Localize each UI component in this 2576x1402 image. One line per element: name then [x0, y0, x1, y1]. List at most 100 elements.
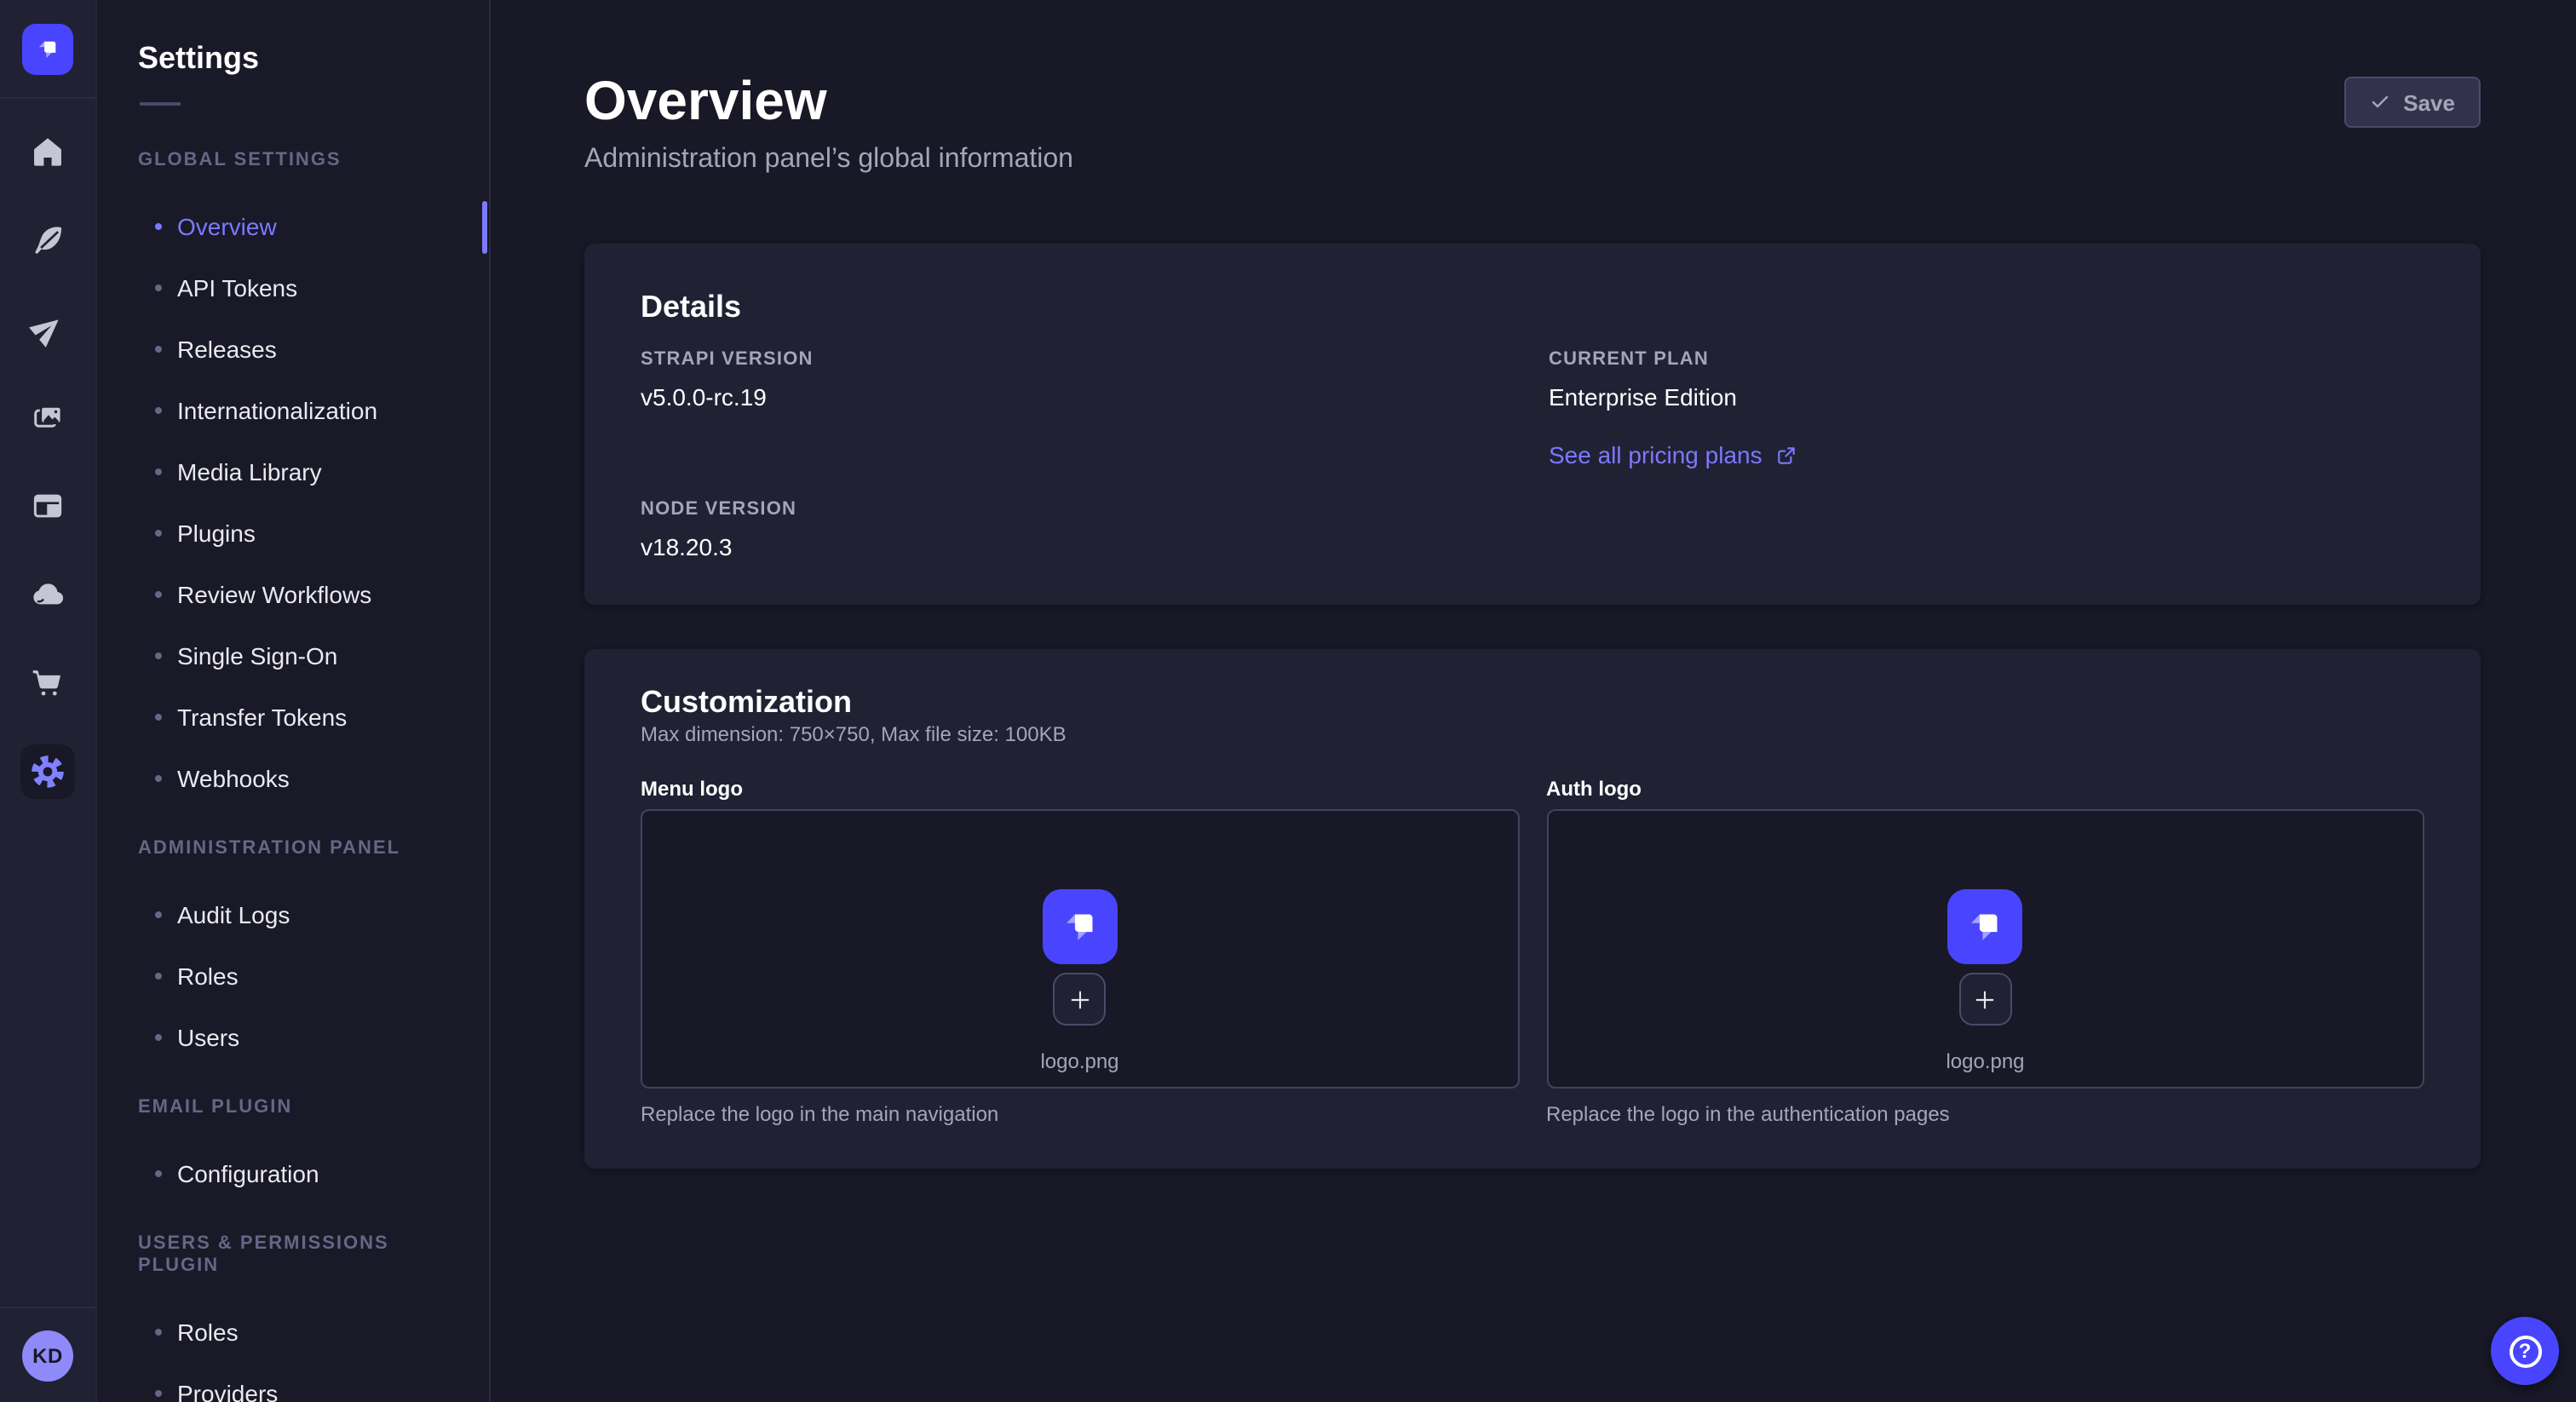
pricing-plans-link-label: See all pricing plans: [1549, 438, 1762, 472]
section-label: EMAIL PLUGIN: [138, 1097, 448, 1119]
node-version-value: v18.20.3: [641, 530, 1549, 564]
current-plan-field: CURRENT PLAN Enterprise Edition See all …: [1549, 349, 2424, 472]
bullet-icon: [155, 775, 162, 782]
bullet-icon: [155, 468, 162, 475]
current-plan-label: CURRENT PLAN: [1549, 349, 2424, 371]
subnav-scrollbar-thumb[interactable]: [482, 201, 487, 254]
subnav-item-releases[interactable]: Releases: [97, 319, 489, 380]
menu-logo-label: Menu logo: [641, 777, 1519, 802]
section-label: ADMINISTRATION PANEL: [138, 838, 448, 860]
menu-logo-add-button[interactable]: [1054, 973, 1107, 1026]
subnav-item-up-roles[interactable]: Roles: [97, 1301, 489, 1363]
logo-grid: Menu logo: [641, 777, 2424, 1128]
question-mark-icon: ?: [2509, 1335, 2541, 1367]
sidebar-item-home[interactable]: [20, 124, 75, 179]
images-icon: [29, 399, 66, 436]
section-email-plugin: EMAIL PLUGIN Configuration: [97, 1097, 489, 1204]
menu-logo-field: Menu logo: [641, 777, 1519, 1128]
sidebar-item-cloud[interactable]: [20, 567, 75, 622]
subnav-title: Settings: [97, 0, 489, 75]
plus-icon: [1067, 985, 1094, 1013]
bullet-icon: [155, 652, 162, 659]
sidebar-item-content-type-builder[interactable]: [20, 213, 75, 267]
section-label: USERS & PERMISSIONS PLUGIN: [138, 1233, 448, 1278]
subnav-item-api-tokens[interactable]: API Tokens: [97, 257, 489, 319]
auth-logo-filename: logo.png: [1946, 1049, 2024, 1075]
bullet-icon: [155, 911, 162, 918]
menu-logo-preview: [1043, 889, 1118, 964]
bullet-icon: [155, 1390, 162, 1397]
customization-card-title: Customization: [641, 685, 2424, 719]
bullet-icon: [155, 407, 162, 414]
subnav-item-media-library[interactable]: Media Library: [97, 441, 489, 503]
subnav-item-internationalization[interactable]: Internationalization: [97, 380, 489, 441]
section-global-settings: GLOBAL SETTINGS Overview API Tokens Rele…: [97, 150, 489, 809]
main-content: Overview Administration panel’s global i…: [491, 0, 2576, 1402]
rail-footer: KD: [0, 1307, 96, 1402]
bullet-icon: [155, 223, 162, 230]
section-administration-panel: ADMINISTRATION PANEL Audit Logs Roles Us…: [97, 838, 489, 1068]
strapi-admin-app: KD Settings GLOBAL SETTINGS Overview API…: [0, 0, 2576, 1402]
bullet-icon: [155, 346, 162, 353]
bullet-icon: [155, 591, 162, 598]
subnav-item-admin-users[interactable]: Users: [97, 1007, 489, 1068]
screen: KD Settings GLOBAL SETTINGS Overview API…: [0, 0, 2576, 1402]
auth-logo-preview: [1948, 889, 2023, 964]
bullet-icon: [155, 1034, 162, 1041]
sidebar-item-content-manager[interactable]: [20, 479, 75, 533]
strapi-version-value: v5.0.0-rc.19: [641, 380, 1549, 414]
page-subtitle: Administration panel’s global informatio…: [584, 143, 2481, 177]
strapi-logo-icon: [32, 33, 63, 64]
external-link-icon: [1776, 444, 1798, 466]
auth-logo-caption: Replace the logo in the authentication p…: [1546, 1102, 2424, 1128]
node-version-field: NODE VERSION v18.20.3: [641, 499, 1549, 564]
bullet-icon: [155, 1329, 162, 1336]
subnav-item-review-workflows[interactable]: Review Workflows: [97, 564, 489, 625]
cloud-icon: [29, 576, 66, 613]
auth-logo-dropzone[interactable]: logo.png: [1546, 809, 2424, 1089]
strapi-logo-icon: [1962, 903, 2010, 951]
subnav-item-single-sign-on[interactable]: Single Sign-On: [97, 625, 489, 687]
subnav-item-audit-logs[interactable]: Audit Logs: [97, 884, 489, 945]
rail-nav-items: [20, 99, 75, 1307]
bullet-icon: [155, 1170, 162, 1177]
customization-card: Customization Max dimension: 750×750, Ma…: [584, 649, 2481, 1169]
check-icon: [2369, 92, 2389, 112]
current-plan-value: Enterprise Edition: [1549, 380, 2424, 414]
feather-icon: [29, 221, 66, 259]
subnav-item-overview[interactable]: Overview: [97, 196, 489, 257]
details-card: Details STRAPI VERSION v5.0.0-rc.19 CURR…: [584, 244, 2481, 605]
sidebar-item-media-library[interactable]: [20, 390, 75, 445]
subnav-item-plugins[interactable]: Plugins: [97, 503, 489, 564]
subnav-divider: [140, 102, 181, 106]
paper-plane-icon: [29, 310, 66, 348]
section-label: GLOBAL SETTINGS: [138, 150, 448, 172]
strapi-logo[interactable]: [22, 23, 73, 74]
bullet-icon: [155, 714, 162, 721]
bullet-icon: [155, 973, 162, 980]
main-nav-rail: KD: [0, 0, 97, 1402]
workplace-logo-area: [0, 0, 96, 99]
sidebar-item-settings[interactable]: [20, 744, 75, 799]
plus-icon: [1972, 985, 1999, 1013]
subnav-item-webhooks[interactable]: Webhooks: [97, 748, 489, 809]
save-button-label: Save: [2403, 89, 2455, 115]
subnav-item-transfer-tokens[interactable]: Transfer Tokens: [97, 687, 489, 748]
page-title: Overview: [584, 68, 2481, 133]
sidebar-item-marketplace[interactable]: [20, 656, 75, 710]
subnav-item-email-configuration[interactable]: Configuration: [97, 1143, 489, 1204]
home-icon: [29, 133, 66, 170]
save-button[interactable]: Save: [2343, 77, 2481, 128]
menu-logo-caption: Replace the logo in the main navigation: [641, 1102, 1519, 1128]
subnav-item-admin-roles[interactable]: Roles: [97, 945, 489, 1007]
menu-logo-dropzone[interactable]: logo.png: [641, 809, 1519, 1089]
sidebar-item-releases[interactable]: [20, 302, 75, 356]
user-avatar[interactable]: KD: [22, 1330, 73, 1381]
help-button[interactable]: ?: [2491, 1317, 2559, 1385]
customization-hint: Max dimension: 750×750, Max file size: 1…: [641, 722, 2424, 748]
subnav-item-up-providers[interactable]: Providers: [97, 1363, 489, 1402]
pricing-plans-link[interactable]: See all pricing plans: [1549, 438, 1798, 472]
bullet-icon: [155, 530, 162, 537]
auth-logo-field: Auth logo: [1546, 777, 2424, 1128]
auth-logo-add-button[interactable]: [1959, 973, 2012, 1026]
